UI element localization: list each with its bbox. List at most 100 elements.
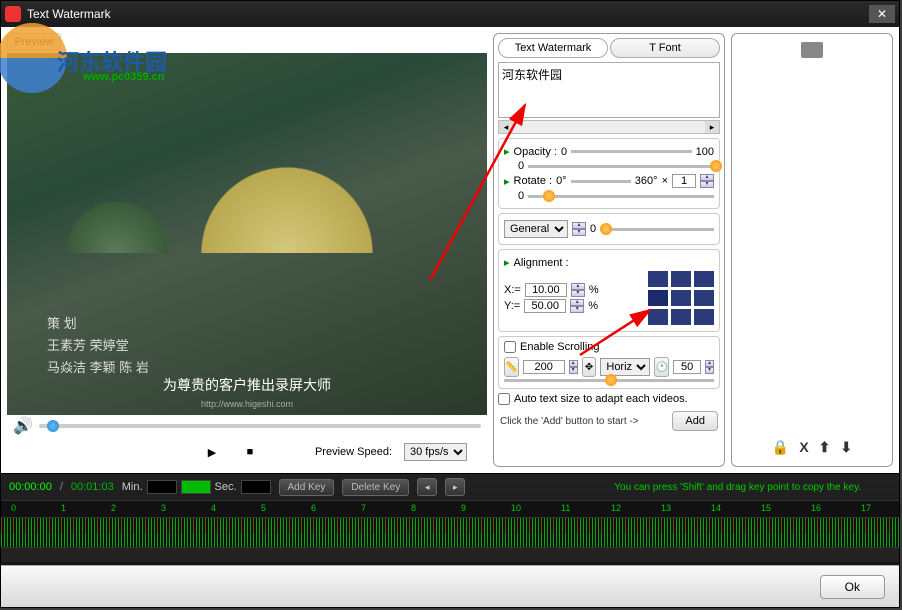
lock-icon[interactable]: 🔒 bbox=[772, 439, 789, 456]
ruler-tick: 15 bbox=[761, 503, 771, 513]
fps-select[interactable]: 30 fps/s bbox=[404, 443, 467, 461]
timeline-scrollbar[interactable] bbox=[1, 548, 899, 562]
align-bot-center[interactable] bbox=[671, 309, 691, 325]
opacity-rotate-group: ▸ Opacity : 0 100 0 ▸ Rotate : 0 bbox=[498, 138, 720, 209]
general-slider[interactable] bbox=[600, 228, 714, 231]
alignment-label: Alignment : bbox=[514, 257, 569, 269]
align-top-left[interactable] bbox=[648, 271, 668, 287]
scroll-width-input[interactable] bbox=[523, 360, 565, 374]
playback-controls: ▶ ■ Preview Speed: 30 fps/s bbox=[7, 437, 487, 467]
min-toggle-on[interactable] bbox=[181, 480, 211, 494]
x-input[interactable] bbox=[525, 283, 567, 297]
footer: Ok bbox=[1, 565, 899, 607]
rotate-slider[interactable] bbox=[571, 180, 631, 183]
enable-scrolling-checkbox[interactable]: Enable Scrolling bbox=[504, 341, 714, 353]
opacity-slider[interactable] bbox=[571, 150, 692, 153]
ruler-tick: 13 bbox=[661, 503, 671, 513]
ruler-tick: 16 bbox=[811, 503, 821, 513]
timeline: 00:00:00 / 00:01:03 Min. Sec. Add Key De… bbox=[1, 473, 899, 565]
timeline-track[interactable] bbox=[1, 518, 899, 548]
rotate-value: 0 bbox=[518, 190, 524, 202]
align-top-right[interactable] bbox=[694, 271, 714, 287]
ruler-tick: 8 bbox=[411, 503, 416, 513]
move-down-icon[interactable]: ⬇ bbox=[840, 439, 852, 456]
scroll-width-spinner[interactable]: ▴▾ bbox=[569, 360, 578, 374]
sec-toggle[interactable] bbox=[241, 480, 271, 494]
ok-button[interactable]: Ok bbox=[820, 575, 885, 599]
general-value: 0 bbox=[590, 223, 596, 235]
align-bot-right[interactable] bbox=[694, 309, 714, 325]
rotate-label: Rotate : bbox=[514, 175, 553, 187]
align-mid-left[interactable] bbox=[648, 290, 668, 306]
timeline-hint: You can press 'Shift' and drag key point… bbox=[614, 482, 861, 493]
direction-icon[interactable]: ✥ bbox=[582, 357, 597, 377]
ruler-tick: 14 bbox=[711, 503, 721, 513]
watermark-panel: Text Watermark T Font ◂ ▸ ▸ Opacity : 0 … bbox=[493, 33, 725, 467]
watermark-text-input[interactable] bbox=[498, 62, 720, 118]
align-bot-left[interactable] bbox=[648, 309, 668, 325]
ruler-tick: 9 bbox=[461, 503, 466, 513]
timeline-ruler[interactable]: 01234567891011121314151617 bbox=[1, 500, 899, 518]
delete-key-button[interactable]: Delete Key bbox=[342, 479, 409, 496]
ruler-tick: 5 bbox=[261, 503, 266, 513]
align-top-center[interactable] bbox=[671, 271, 691, 287]
window: Text Watermark ✕ 河东软件园 www.pc0359.cn Pre… bbox=[0, 0, 900, 608]
rotate-spinner[interactable]: ▴▾ bbox=[700, 174, 714, 188]
ruler-tick: 2 bbox=[111, 503, 116, 513]
scroll-slider[interactable] bbox=[504, 379, 714, 382]
opacity-value: 0 bbox=[518, 160, 524, 172]
add-key-button[interactable]: Add Key bbox=[279, 479, 335, 496]
layers-icon[interactable] bbox=[801, 42, 823, 58]
rotate-multiplier-input[interactable] bbox=[672, 174, 696, 188]
ruler-tick: 6 bbox=[311, 503, 316, 513]
delete-icon[interactable]: X bbox=[799, 439, 808, 456]
volume-slider[interactable] bbox=[39, 424, 481, 428]
prev-key-button[interactable]: ◂ bbox=[417, 478, 437, 496]
add-hint: Click the 'Add' button to start -> bbox=[500, 416, 639, 427]
video-preview[interactable]: 策 划 王素芳 荣婷堂 马焱洁 李颖 陈 岩 为尊贵的客户推出录屏大师 http… bbox=[7, 53, 487, 415]
clock-icon[interactable]: 🕐 bbox=[654, 357, 669, 377]
next-key-button[interactable]: ▸ bbox=[445, 478, 465, 496]
general-select[interactable]: General bbox=[504, 220, 568, 238]
stop-button[interactable]: ■ bbox=[237, 441, 263, 463]
layers-panel: 🔒 X ⬆ ⬇ bbox=[731, 33, 893, 467]
close-button[interactable]: ✕ bbox=[869, 5, 895, 23]
auto-text-size-checkbox[interactable]: Auto text size to adapt each videos. bbox=[498, 393, 720, 405]
align-mid-center[interactable] bbox=[671, 290, 691, 306]
ruler-tick: 3 bbox=[161, 503, 166, 513]
video-caption-url: http://www.higeshi.com bbox=[201, 399, 293, 409]
scroll-speed-spinner[interactable]: ▴▾ bbox=[705, 360, 714, 374]
min-label: Min. bbox=[122, 481, 143, 493]
y-input[interactable] bbox=[524, 299, 566, 313]
tab-text-watermark[interactable]: Text Watermark bbox=[498, 38, 608, 58]
scroll-speed-input[interactable] bbox=[673, 360, 701, 374]
x-label: X:= bbox=[504, 284, 521, 296]
timecode-current: 00:00:00 bbox=[9, 481, 52, 493]
alignment-grid bbox=[648, 271, 714, 325]
speaker-icon[interactable]: 🔊 bbox=[13, 416, 33, 436]
y-spinner[interactable]: ▴▾ bbox=[570, 299, 584, 313]
scroll-right-icon[interactable]: ▸ bbox=[705, 121, 719, 133]
general-group: General ▴▾ 0 bbox=[498, 213, 720, 245]
x-spinner[interactable]: ▴▾ bbox=[571, 283, 585, 297]
ruler-icon[interactable]: 📏 bbox=[504, 357, 519, 377]
ruler-tick: 10 bbox=[511, 503, 521, 513]
min-toggle[interactable] bbox=[147, 480, 177, 494]
app-icon bbox=[5, 6, 21, 22]
general-spinner[interactable]: ▴▾ bbox=[572, 222, 586, 236]
ruler-tick: 7 bbox=[361, 503, 366, 513]
move-up-icon[interactable]: ⬆ bbox=[819, 439, 831, 456]
rotate-value-slider[interactable] bbox=[528, 195, 714, 198]
text-scrollbar[interactable]: ◂ ▸ bbox=[498, 120, 720, 134]
direction-select[interactable]: Horiz bbox=[600, 358, 650, 376]
brand-overlay-url: www.pc0359.cn bbox=[83, 71, 165, 83]
play-button[interactable]: ▶ bbox=[199, 441, 225, 463]
preview-speed-label: Preview Speed: bbox=[315, 446, 392, 458]
scroll-left-icon[interactable]: ◂ bbox=[499, 121, 513, 133]
align-mid-right[interactable] bbox=[694, 290, 714, 306]
opacity-value-slider[interactable] bbox=[528, 165, 714, 168]
ruler-tick: 11 bbox=[561, 503, 570, 513]
sec-label: Sec. bbox=[215, 481, 237, 493]
tab-font[interactable]: T Font bbox=[610, 38, 720, 58]
add-button[interactable]: Add bbox=[672, 411, 718, 431]
